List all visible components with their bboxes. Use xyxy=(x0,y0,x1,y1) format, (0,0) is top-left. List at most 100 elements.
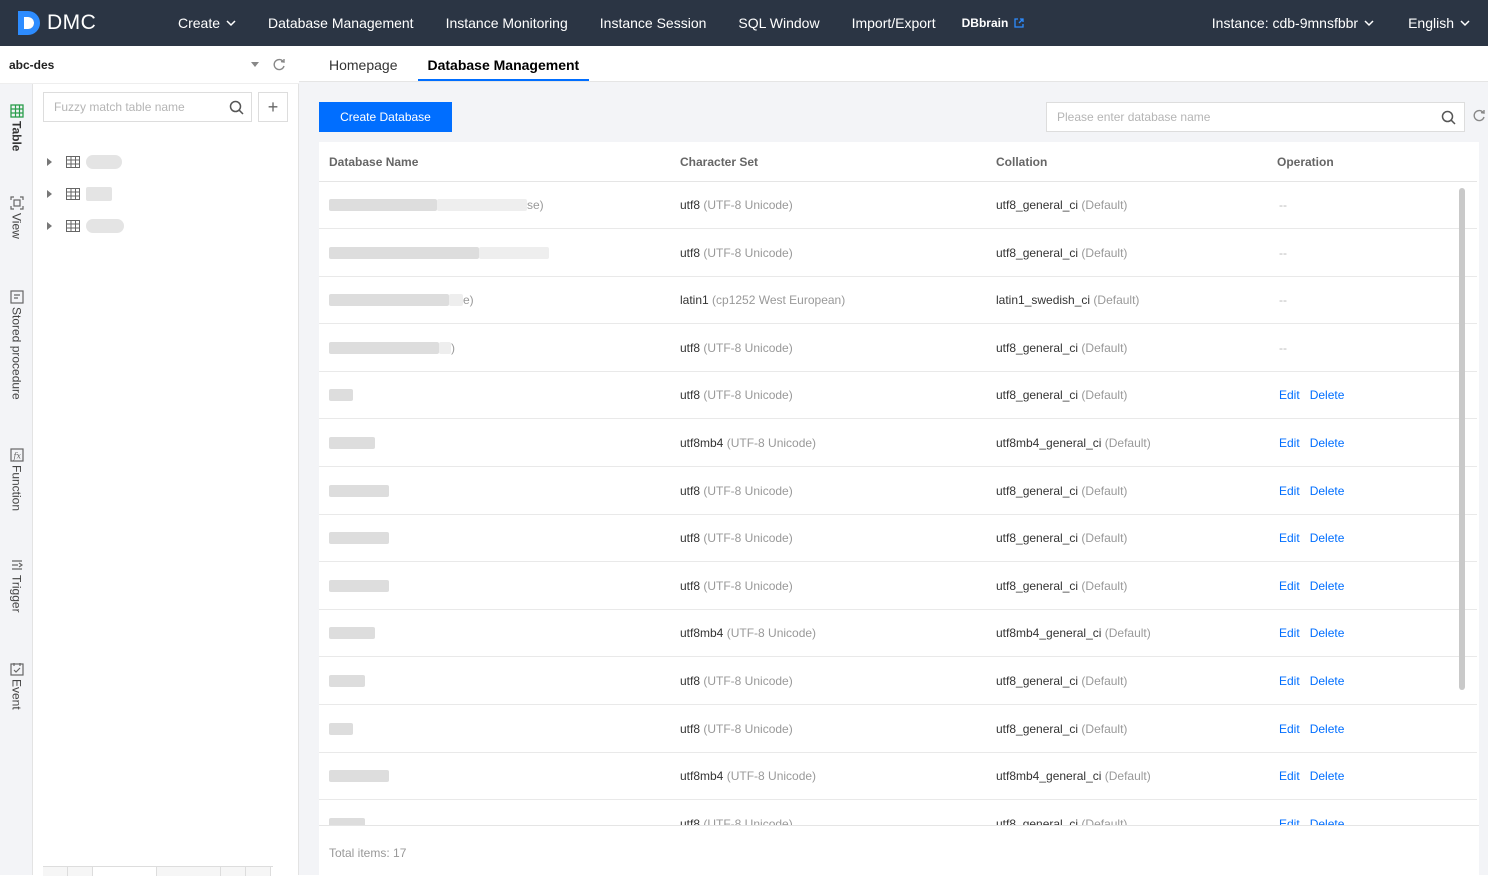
expand-arrow-icon[interactable] xyxy=(47,222,52,230)
delete-link[interactable]: Delete xyxy=(1310,674,1345,688)
tab-database-management[interactable]: Database Management xyxy=(417,57,590,81)
delete-link[interactable]: Delete xyxy=(1310,436,1345,450)
edit-link[interactable]: Edit xyxy=(1279,769,1300,783)
table-body[interactable]: se) utf8 (UTF-8 Unicode) utf8_general_ci (… xyxy=(319,182,1477,825)
tree-item-table[interactable] xyxy=(47,216,124,236)
delete-link[interactable]: Delete xyxy=(1310,722,1345,736)
table-row[interactable]: utf8 (UTF-8 Unicode) utf8_general_ci (Def… xyxy=(319,515,1477,563)
delete-link[interactable]: Delete xyxy=(1310,531,1345,545)
table-row[interactable]: utf8 (UTF-8 Unicode) utf8_general_ci (Def… xyxy=(319,658,1477,705)
charset-value: utf8 xyxy=(680,388,701,403)
refresh-icon[interactable] xyxy=(1472,109,1486,123)
column-header-database-name[interactable]: Database Name xyxy=(329,155,418,169)
trigger-icon xyxy=(11,560,23,570)
nav-item-instance-session[interactable]: Instance Session xyxy=(584,0,723,46)
expand-arrow-icon[interactable] xyxy=(47,158,52,166)
edit-link[interactable]: Edit xyxy=(1279,626,1300,640)
operation-cell: Edit Delete xyxy=(1279,769,1354,783)
collation-cell: latin1_swedish_ci (Default) xyxy=(996,293,1139,307)
edit-link[interactable]: Edit xyxy=(1279,722,1300,736)
edit-link[interactable]: Edit xyxy=(1279,674,1300,688)
collation-note: (Default) xyxy=(1081,340,1128,355)
rail-item-stored-procedure[interactable]: Stored procedure xyxy=(0,290,33,400)
table-row[interactable]: utf8mb4 (UTF-8 Unicode) utf8mb4_general_c… xyxy=(319,753,1477,801)
table-scrollbar[interactable] xyxy=(1459,188,1465,690)
create-database-button[interactable]: Create Database xyxy=(319,102,452,132)
rail-item-function[interactable]: fx Function xyxy=(0,448,33,511)
table-row[interactable]: utf8 (UTF-8 Unicode) utf8_general_ci (Def… xyxy=(319,801,1477,825)
add-table-button[interactable]: + xyxy=(258,92,288,122)
delete-link[interactable]: Delete xyxy=(1310,769,1345,783)
instance-selector[interactable]: Instance: cdb-9mnsfbbr xyxy=(1196,0,1392,46)
charset-cell: utf8 (UTF-8 Unicode) xyxy=(680,388,793,402)
database-name-suffix: se) xyxy=(527,198,544,212)
nav-item-create[interactable]: Create xyxy=(162,0,252,46)
rail-item-event[interactable]: Event xyxy=(0,662,33,710)
delete-link[interactable]: Delete xyxy=(1310,626,1345,640)
rail-item-view[interactable]: View xyxy=(0,196,33,239)
table-search-input[interactable] xyxy=(54,100,224,114)
edit-link[interactable]: Edit xyxy=(1279,579,1300,593)
table-row[interactable]: se) utf8 (UTF-8 Unicode) utf8_general_ci (… xyxy=(319,182,1477,229)
collation-cell: utf8_general_ci (Default) xyxy=(996,246,1127,260)
caret-down-icon xyxy=(251,62,259,67)
table-row[interactable]: utf8 (UTF-8 Unicode) utf8_general_ci (Def… xyxy=(319,230,1477,277)
table-row[interactable]: utf8 (UTF-8 Unicode) utf8_general_ci (Def… xyxy=(319,372,1477,420)
nav-item-instance-monitoring[interactable]: Instance Monitoring xyxy=(430,0,584,46)
table-row[interactable]: utf8 (UTF-8 Unicode) utf8_general_ci (Def… xyxy=(319,706,1477,753)
table-icon xyxy=(66,156,80,168)
delete-link[interactable]: Delete xyxy=(1310,817,1345,825)
expand-arrow-icon[interactable] xyxy=(47,190,52,198)
nav-item-label: SQL Window xyxy=(738,15,820,31)
tab-homepage[interactable]: Homepage xyxy=(319,57,408,81)
no-operation: -- xyxy=(1279,198,1287,212)
column-header-collation[interactable]: Collation xyxy=(996,155,1047,169)
charset-value: utf8 xyxy=(680,578,701,593)
delete-link[interactable]: Delete xyxy=(1310,388,1345,402)
edit-link[interactable]: Edit xyxy=(1279,484,1300,498)
edit-link[interactable]: Edit xyxy=(1279,436,1300,450)
collation-note: (Default) xyxy=(1093,293,1140,308)
column-header-character-set[interactable]: Character Set xyxy=(680,155,758,169)
rail-item-trigger[interactable]: Trigger xyxy=(0,558,33,613)
delete-link[interactable]: Delete xyxy=(1310,484,1345,498)
table-row[interactable]: ) utf8 (UTF-8 Unicode) utf8_general_ci (De… xyxy=(319,325,1477,372)
rail-item-table[interactable]: Table xyxy=(0,104,33,151)
tree-item-table[interactable] xyxy=(47,152,122,172)
nav-item-database-management[interactable]: Database Management xyxy=(252,0,430,46)
language-selector[interactable]: English xyxy=(1392,0,1488,46)
function-icon: fx xyxy=(9,448,24,462)
charset-value: utf8mb4 xyxy=(680,769,724,784)
tree-item-table[interactable] xyxy=(47,184,112,204)
dmc-logo[interactable]: DMC xyxy=(14,9,154,37)
nav-item-label: Database Management xyxy=(268,15,414,31)
table-row[interactable]: utf8 (UTF-8 Unicode) utf8_general_ci (Def… xyxy=(319,468,1477,515)
nav-item-sql-window[interactable]: SQL Window xyxy=(722,0,835,46)
collation-value: utf8_general_ci xyxy=(996,531,1079,546)
edit-link[interactable]: Edit xyxy=(1279,817,1300,825)
table-icon xyxy=(9,104,24,118)
edit-link[interactable]: Edit xyxy=(1279,388,1300,402)
charset-value: utf8 xyxy=(680,198,701,212)
collation-note: (Default) xyxy=(1081,674,1128,688)
database-search-input[interactable] xyxy=(1057,110,1417,124)
operation-cell: -- xyxy=(1279,198,1287,212)
chevron-down-icon xyxy=(1460,20,1470,27)
collation-cell: utf8_general_ci (Default) xyxy=(996,817,1127,825)
delete-link[interactable]: Delete xyxy=(1310,579,1345,593)
edit-link[interactable]: Edit xyxy=(1279,531,1300,545)
search-icon[interactable] xyxy=(229,100,244,115)
table-row[interactable]: utf8mb4 (UTF-8 Unicode) utf8mb4_general_c… xyxy=(319,610,1477,658)
search-icon[interactable] xyxy=(1441,110,1456,125)
table-row[interactable]: e) latin1 (cp1252 West European) latin1_sw… xyxy=(319,277,1477,325)
table-row[interactable]: utf8 (UTF-8 Unicode) utf8_general_ci (Def… xyxy=(319,563,1477,610)
charset-cell: utf8 (UTF-8 Unicode) xyxy=(680,531,793,545)
charset-value: utf8 xyxy=(680,816,701,825)
refresh-icon[interactable] xyxy=(272,58,286,72)
charset-cell: utf8 (UTF-8 Unicode) xyxy=(680,817,793,825)
table-row[interactable]: utf8mb4 (UTF-8 Unicode) utf8mb4_general_c… xyxy=(319,420,1477,467)
database-selector[interactable]: abc-des xyxy=(0,46,299,84)
nav-item-import-export[interactable]: Import/Export xyxy=(836,0,952,46)
blurred-database-name xyxy=(329,770,389,783)
nav-item-dbbrain[interactable]: DBbrain xyxy=(952,0,1037,46)
